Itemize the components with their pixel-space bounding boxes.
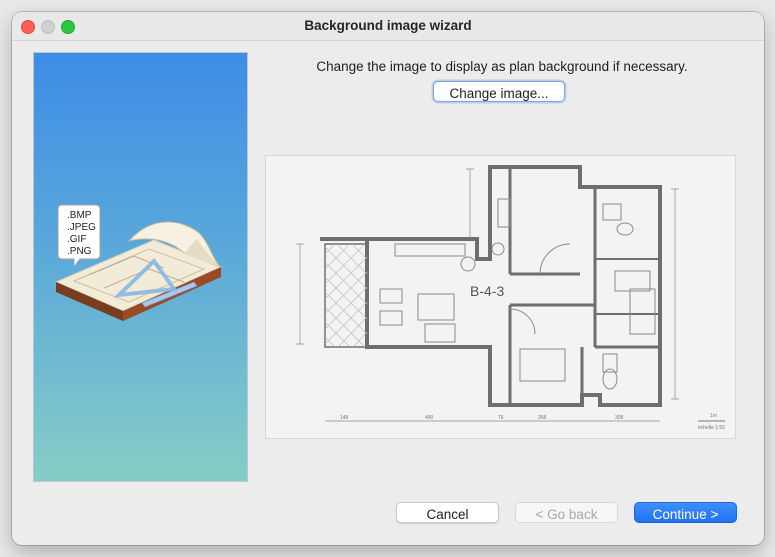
plan-room-label: B-4-3 xyxy=(470,283,504,299)
plan-scale-text: 1m xyxy=(710,413,717,419)
image-formats-illustration: .BMP .JPEG .GIF .PNG xyxy=(54,204,223,321)
dimension-1: 148 xyxy=(340,415,349,421)
format-jpeg: .JPEG xyxy=(67,222,96,233)
background-image-preview: B-4-3 148 490 76 268 308 1m échelle 1:50 xyxy=(265,155,736,439)
dimension-4: 268 xyxy=(538,415,547,421)
title-bar: Background image wizard xyxy=(12,12,764,41)
preview-canvas: B-4-3 148 490 76 268 308 1m échelle 1:50 xyxy=(270,159,731,435)
dimension-3: 76 xyxy=(498,415,504,421)
wizard-side-panel: .BMP .JPEG .GIF .PNG xyxy=(33,52,248,482)
change-image-button[interactable]: Change image... xyxy=(433,81,565,102)
dimension-2: 490 xyxy=(425,415,434,421)
cancel-button[interactable]: Cancel xyxy=(396,502,499,523)
format-bmp: .BMP xyxy=(67,210,92,221)
format-png: .PNG xyxy=(67,246,92,257)
plan-scale-ratio: échelle 1:50 xyxy=(698,425,725,431)
instruction-text: Change the image to display as plan back… xyxy=(316,59,688,74)
wizard-window: Background image wizard .BMP .JPEG .GIF xyxy=(12,12,764,545)
window-title: Background image wizard xyxy=(304,18,472,33)
dimension-5: 308 xyxy=(615,415,624,421)
go-back-button: < Go back xyxy=(515,502,618,523)
format-gif: .GIF xyxy=(67,234,86,245)
floor-plan-image: B-4-3 148 490 76 268 308 1m échelle 1:50 xyxy=(296,165,725,431)
continue-button[interactable]: Continue > xyxy=(634,502,737,523)
